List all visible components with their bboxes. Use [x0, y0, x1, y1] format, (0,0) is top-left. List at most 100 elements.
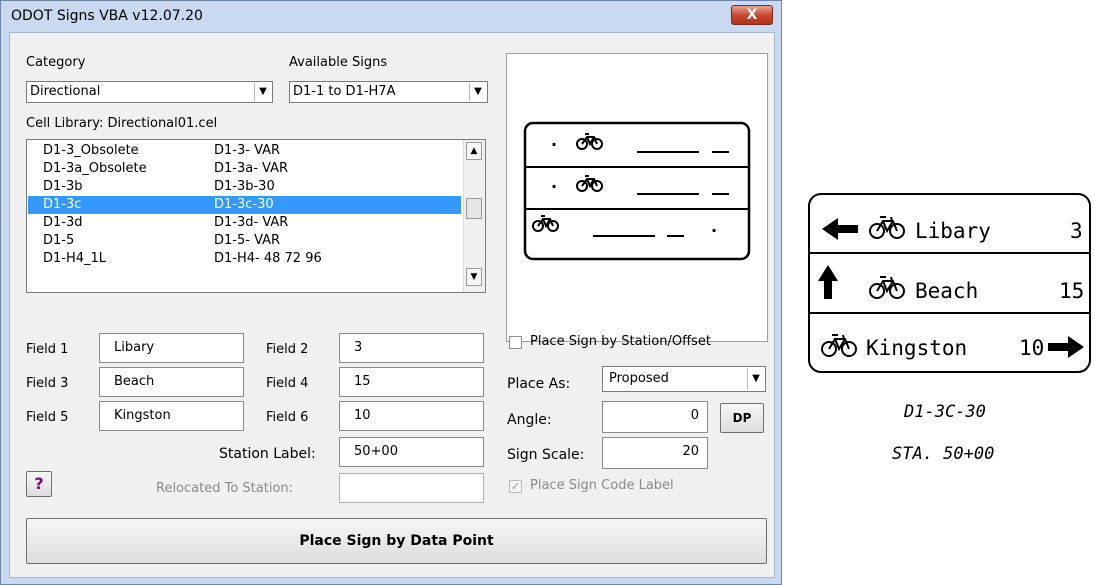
- help-button[interactable]: ?: [26, 471, 52, 497]
- station-label-label: Station Label:: [219, 446, 316, 462]
- list-item-cell: D1-H4- 48 72 96: [214, 251, 322, 266]
- field3-value: Beach: [114, 374, 155, 389]
- bicycle-icon: [869, 216, 905, 239]
- bicycle-icon: [869, 276, 905, 299]
- list-item-cell: D1-3c-30: [214, 197, 274, 212]
- sign-station-label: STA. 50+00: [892, 444, 994, 464]
- arrow-right-icon: [1048, 336, 1084, 358]
- sign-preview-drawing: · · ·: [523, 121, 751, 261]
- sign-scale-input[interactable]: 20: [602, 437, 708, 469]
- sign-list[interactable]: D1-3_Obsolete D1-3- VAR D1-3a_Obsolete D…: [26, 139, 486, 293]
- chevron-down-icon[interactable]: ▼: [747, 368, 764, 390]
- field5-input[interactable]: Kingston: [99, 401, 244, 431]
- relocated-label: Relocated To Station:: [156, 481, 294, 496]
- sign-scale-value: 20: [682, 444, 699, 459]
- available-signs-value: D1-1 to D1-H7A: [293, 84, 396, 99]
- available-signs-label: Available Signs: [289, 55, 388, 70]
- place-sign-button[interactable]: Place Sign by Data Point: [26, 518, 767, 564]
- scroll-down-icon[interactable]: ▼: [466, 268, 482, 286]
- list-item-cell: D1-3- VAR: [214, 143, 281, 158]
- station-label-value: 50+00: [354, 444, 398, 459]
- place-as-value: Proposed: [609, 371, 669, 386]
- place-as-dropdown[interactable]: Proposed ▼: [602, 366, 766, 392]
- arrow-up-icon: [818, 265, 838, 299]
- list-item[interactable]: D1-5 D1-5- VAR: [28, 232, 461, 250]
- list-item[interactable]: D1-3b D1-3b-30: [28, 178, 461, 196]
- field1-input[interactable]: Libary: [99, 333, 244, 363]
- field2-label: Field 2: [266, 342, 309, 357]
- category-dropdown[interactable]: Directional ▼: [26, 81, 273, 103]
- sign-row2-destination: Beach: [915, 279, 978, 303]
- sign-code-label: D1-3C-30: [903, 402, 986, 422]
- list-item-code: D1-3b: [43, 179, 83, 194]
- placed-sign-drawing: Libary 3 Beach 15 Kingston 10 D1-3C-30 S…: [808, 192, 1092, 486]
- list-item-code: D1-3_Obsolete: [43, 143, 139, 158]
- dp-button[interactable]: DP: [720, 403, 764, 433]
- list-item-code: D1-3a_Obsolete: [43, 161, 147, 176]
- close-button[interactable]: X: [731, 5, 773, 25]
- dialog-client-area: Category Directional ▼ Available Signs D…: [9, 32, 775, 578]
- field3-label: Field 3: [26, 376, 69, 391]
- odot-signs-window: ODOT Signs VBA v12.07.20 X Category Dire…: [0, 0, 782, 585]
- field4-input[interactable]: 15: [339, 367, 484, 397]
- station-label-input[interactable]: 50+00: [339, 437, 484, 467]
- place-by-station-label: Place Sign by Station/Offset: [530, 334, 711, 349]
- list-item-code: D1-5: [43, 233, 75, 248]
- bicycle-icon: [576, 133, 603, 150]
- window-title: ODOT Signs VBA v12.07.20: [11, 8, 203, 24]
- sign-row3-destination: Kingston: [866, 336, 967, 360]
- list-item[interactable]: D1-3a_Obsolete D1-3a- VAR: [28, 160, 461, 178]
- list-item-cell: D1-3b-30: [214, 179, 275, 194]
- chevron-down-icon[interactable]: ▼: [469, 83, 486, 101]
- bicycle-icon: [821, 334, 857, 357]
- field4-label: Field 4: [266, 376, 309, 391]
- field4-value: 15: [354, 374, 371, 389]
- preview-row3-dot: ·: [711, 221, 717, 240]
- placed-sign-svg: Libary 3 Beach 15 Kingston 10 D1-3C-30 S…: [808, 193, 1091, 464]
- field1-value: Libary: [114, 340, 155, 355]
- sign-preview: · · ·: [506, 53, 768, 342]
- category-value: Directional: [30, 84, 101, 99]
- field6-label: Field 6: [266, 410, 309, 425]
- sign-row2-distance: 15: [1059, 279, 1084, 303]
- category-label: Category: [26, 55, 86, 70]
- field2-value: 3: [354, 340, 363, 355]
- preview-row1-dot: ·: [551, 135, 557, 154]
- angle-value: 0: [690, 408, 699, 423]
- sign-scale-label: Sign Scale:: [507, 447, 585, 463]
- angle-label: Angle:: [507, 412, 552, 428]
- list-scrollbar[interactable]: ▲ ▼: [463, 140, 485, 292]
- list-item-cell: D1-3a- VAR: [214, 161, 289, 176]
- arrow-left-icon: [822, 218, 858, 240]
- place-code-label-checkbox[interactable]: ✓: [509, 480, 522, 493]
- field2-input[interactable]: 3: [339, 333, 484, 363]
- list-item[interactable]: D1-H4_1L D1-H4- 48 72 96: [28, 250, 461, 268]
- angle-input[interactable]: 0: [602, 401, 708, 433]
- relocated-input[interactable]: [339, 473, 484, 503]
- field5-value: Kingston: [114, 408, 171, 423]
- list-item-code: D1-3d: [43, 215, 83, 230]
- sign-row3-distance: 10: [1019, 336, 1044, 360]
- field3-input[interactable]: Beach: [99, 367, 244, 397]
- sign-row1-distance: 3: [1070, 219, 1083, 243]
- bicycle-icon: [576, 175, 603, 192]
- preview-row2-dot: ·: [551, 177, 557, 196]
- list-item-selected[interactable]: D1-3c D1-3c-30: [28, 196, 461, 214]
- scroll-up-icon[interactable]: ▲: [466, 142, 482, 160]
- cell-library-label: Cell Library: Directional01.cel: [26, 116, 218, 131]
- bicycle-icon: [532, 215, 559, 232]
- field6-value: 10: [354, 408, 371, 423]
- available-signs-dropdown[interactable]: D1-1 to D1-H7A ▼: [289, 81, 488, 103]
- place-by-station-checkbox[interactable]: [509, 336, 522, 349]
- place-as-label: Place As:: [507, 376, 571, 392]
- list-item[interactable]: D1-3d D1-3d- VAR: [28, 214, 461, 232]
- list-item[interactable]: D1-3_Obsolete D1-3- VAR: [28, 142, 461, 160]
- chevron-down-icon[interactable]: ▼: [254, 83, 271, 101]
- scroll-thumb[interactable]: [466, 198, 482, 219]
- list-item-code: D1-H4_1L: [43, 251, 107, 266]
- field1-label: Field 1: [26, 342, 69, 357]
- list-item-code: D1-3c: [43, 197, 82, 212]
- field6-input[interactable]: 10: [339, 401, 484, 431]
- title-bar[interactable]: ODOT Signs VBA v12.07.20 X: [1, 1, 781, 31]
- place-code-label-label: Place Sign Code Label: [530, 478, 674, 493]
